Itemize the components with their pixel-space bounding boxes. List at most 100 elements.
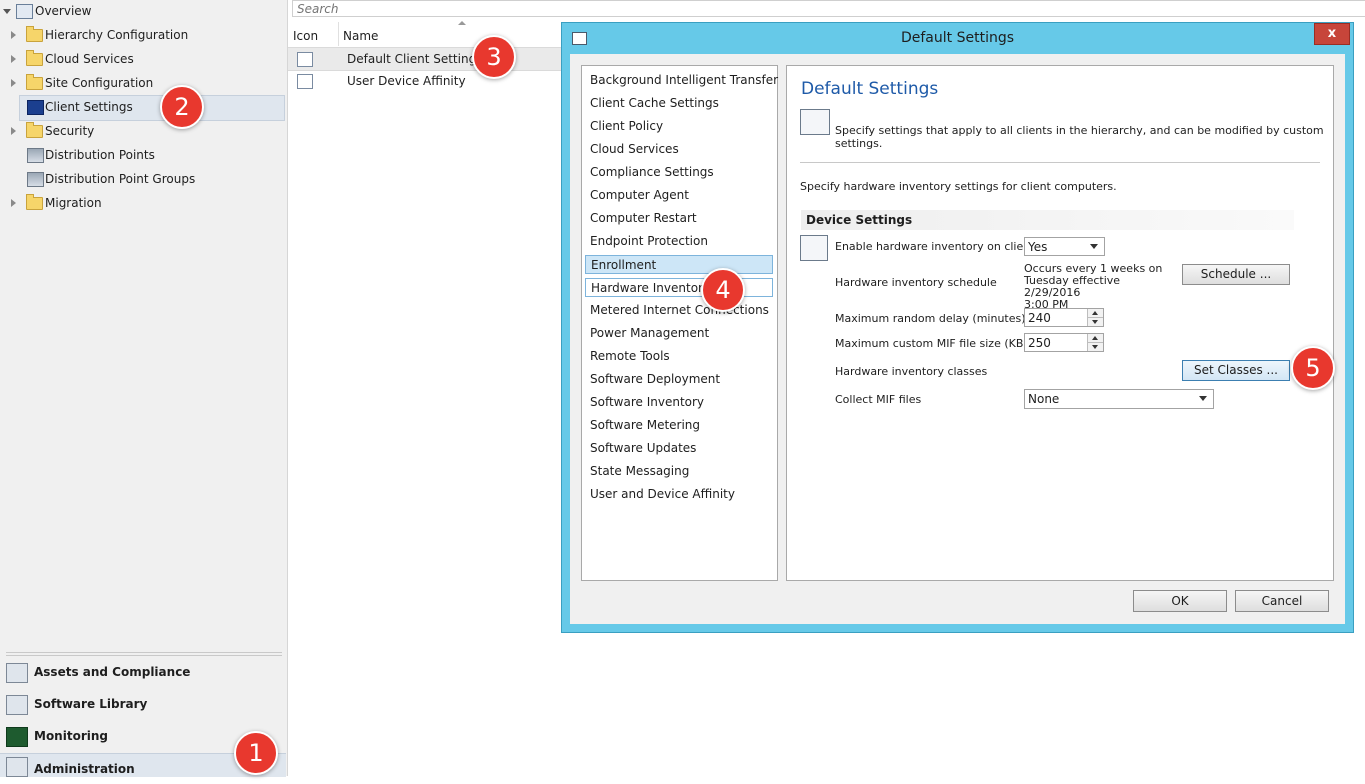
distribution-point-groups-icon [27,172,44,187]
maximum-random-delay-stepper[interactable]: 240 [1024,308,1104,327]
tree-node-overview[interactable]: Overview [0,0,287,22]
list-row-label: Default Client Settings [347,52,483,66]
sort-ascending-icon [458,21,466,25]
category-user-and-device-affinity[interactable]: User and Device Affinity [585,485,773,504]
client-settings-item-icon [297,52,313,67]
workspace-label: Software Library [34,697,148,711]
increment-arrow-icon[interactable] [1087,309,1103,318]
search-box[interactable] [292,0,1365,17]
category-endpoint-protection[interactable]: Endpoint Protection [585,232,773,251]
ok-button[interactable]: OK [1133,590,1227,612]
expand-arrow-icon[interactable] [11,55,16,63]
category-state-messaging[interactable]: State Messaging [585,462,773,481]
settings-description: Specify settings that apply to all clien… [835,124,1324,150]
expand-arrow-icon[interactable] [11,79,16,87]
tree-node-hierarchy-configuration[interactable]: Hierarchy Configuration [0,24,287,46]
expand-arrow-icon[interactable] [11,31,16,39]
cancel-button[interactable]: Cancel [1235,590,1329,612]
column-separator[interactable] [338,22,339,46]
tree-node-label: Distribution Points [45,148,155,162]
workspace-software-library[interactable]: Software Library [0,689,286,719]
client-settings-icon [27,100,44,115]
category-computer-restart[interactable]: Computer Restart [585,209,773,228]
search-input[interactable] [293,1,1365,16]
select-value: Yes [1028,240,1048,254]
category-compliance-settings[interactable]: Compliance Settings [585,163,773,182]
pane-splitter[interactable] [6,652,282,653]
tree-node-distribution-points[interactable]: Distribution Points [0,144,287,166]
close-button[interactable]: x [1314,23,1350,45]
dialog-title: Default Settings [900,30,1015,46]
category-cloud-services[interactable]: Cloud Services [585,140,773,159]
maximum-mif-file-size-label: Maximum custom MIF file size (KB) [835,337,1028,350]
settings-content-panel: Default Settings Specify settings that a… [786,65,1334,581]
decrement-arrow-icon[interactable] [1087,343,1103,351]
tree-node-site-configuration[interactable]: Site Configuration [0,72,287,94]
column-header-icon[interactable]: Icon [293,26,318,46]
collect-mif-files-label: Collect MIF files [835,393,922,406]
collect-mif-files-select[interactable]: None [1024,389,1214,409]
maximum-mif-file-size-stepper[interactable]: 250 [1024,333,1104,352]
stepper-value: 250 [1028,336,1051,350]
callout-badge-1: 1 [234,731,278,775]
expand-arrow-icon[interactable] [11,199,16,207]
tree-node-label: Cloud Services [45,52,134,66]
decrement-arrow-icon[interactable] [1087,318,1103,326]
chevron-down-icon [1090,244,1098,249]
expand-arrow-icon[interactable] [11,127,16,135]
settings-heading: Default Settings [801,79,939,99]
workspace-assets-and-compliance[interactable]: Assets and Compliance [0,657,286,687]
folder-icon [26,74,43,90]
workspace-label: Assets and Compliance [34,665,191,679]
schedule-button[interactable]: Schedule ... [1182,264,1290,285]
folder-icon [26,50,43,66]
divider [800,162,1320,163]
callout-badge-2: 2 [160,85,204,129]
monitoring-icon [6,727,28,747]
category-software-metering[interactable]: Software Metering [585,416,773,435]
dialog-body: Background Intelligent Transfer Client C… [570,54,1345,624]
category-client-policy[interactable]: Client Policy [585,117,773,136]
tree-node-label: Client Settings [45,100,133,114]
column-header-name[interactable]: Name [343,26,378,46]
category-background-intelligent-transfer[interactable]: Background Intelligent Transfer [585,71,778,90]
callout-badge-3: 3 [472,35,516,79]
callout-badge-5: 5 [1291,346,1335,390]
schedule-line: Tuesday effective 2/29/2016 [1024,274,1121,299]
category-client-cache-settings[interactable]: Client Cache Settings [585,94,773,113]
tree-node-label: Distribution Point Groups [45,172,196,186]
expand-arrow-icon[interactable] [3,9,11,14]
increment-arrow-icon[interactable] [1087,334,1103,343]
tree-node-distribution-point-groups[interactable]: Distribution Point Groups [0,168,287,190]
category-computer-agent[interactable]: Computer Agent [585,186,773,205]
device-settings-group-header: Device Settings [801,210,1294,230]
user-device-affinity-icon [297,74,313,89]
tree-node-client-settings[interactable]: Client Settings [0,96,287,118]
schedule-summary: Occurs every 1 weeks on Tuesday effectiv… [1024,263,1174,311]
tree-node-label: Security [45,124,95,138]
assets-compliance-icon [6,663,28,683]
enable-hardware-inventory-select[interactable]: Yes [1024,237,1105,256]
software-library-icon [6,695,28,715]
category-power-management[interactable]: Power Management [585,324,773,343]
stepper-value: 240 [1028,311,1051,325]
hardware-inventory-classes-label: Hardware inventory classes [835,365,988,378]
category-remote-tools[interactable]: Remote Tools [585,347,773,366]
set-classes-button[interactable]: Set Classes ... [1182,360,1290,381]
folder-icon [26,194,43,210]
distribution-points-icon [27,148,44,163]
pane-splitter-line [6,655,282,656]
tree-node-cloud-services[interactable]: Cloud Services [0,48,287,70]
hardware-inventory-schedule-label: Hardware inventory schedule [835,276,997,289]
settings-category-list: Background Intelligent Transfer Client C… [581,65,778,581]
category-software-deployment[interactable]: Software Deployment [585,370,773,389]
category-software-inventory[interactable]: Software Inventory [585,393,773,412]
tree-node-migration[interactable]: Migration [0,192,287,214]
checklist-icon [800,109,830,135]
enable-hardware-inventory-label: Enable hardware inventory on clients [835,240,1041,253]
folder-icon [26,26,43,42]
category-metered-internet-connections[interactable]: Metered Internet Connections [585,301,773,320]
category-software-updates[interactable]: Software Updates [585,439,773,458]
category-enrollment[interactable]: Enrollment [585,255,773,274]
tree-node-security[interactable]: Security [0,120,287,142]
